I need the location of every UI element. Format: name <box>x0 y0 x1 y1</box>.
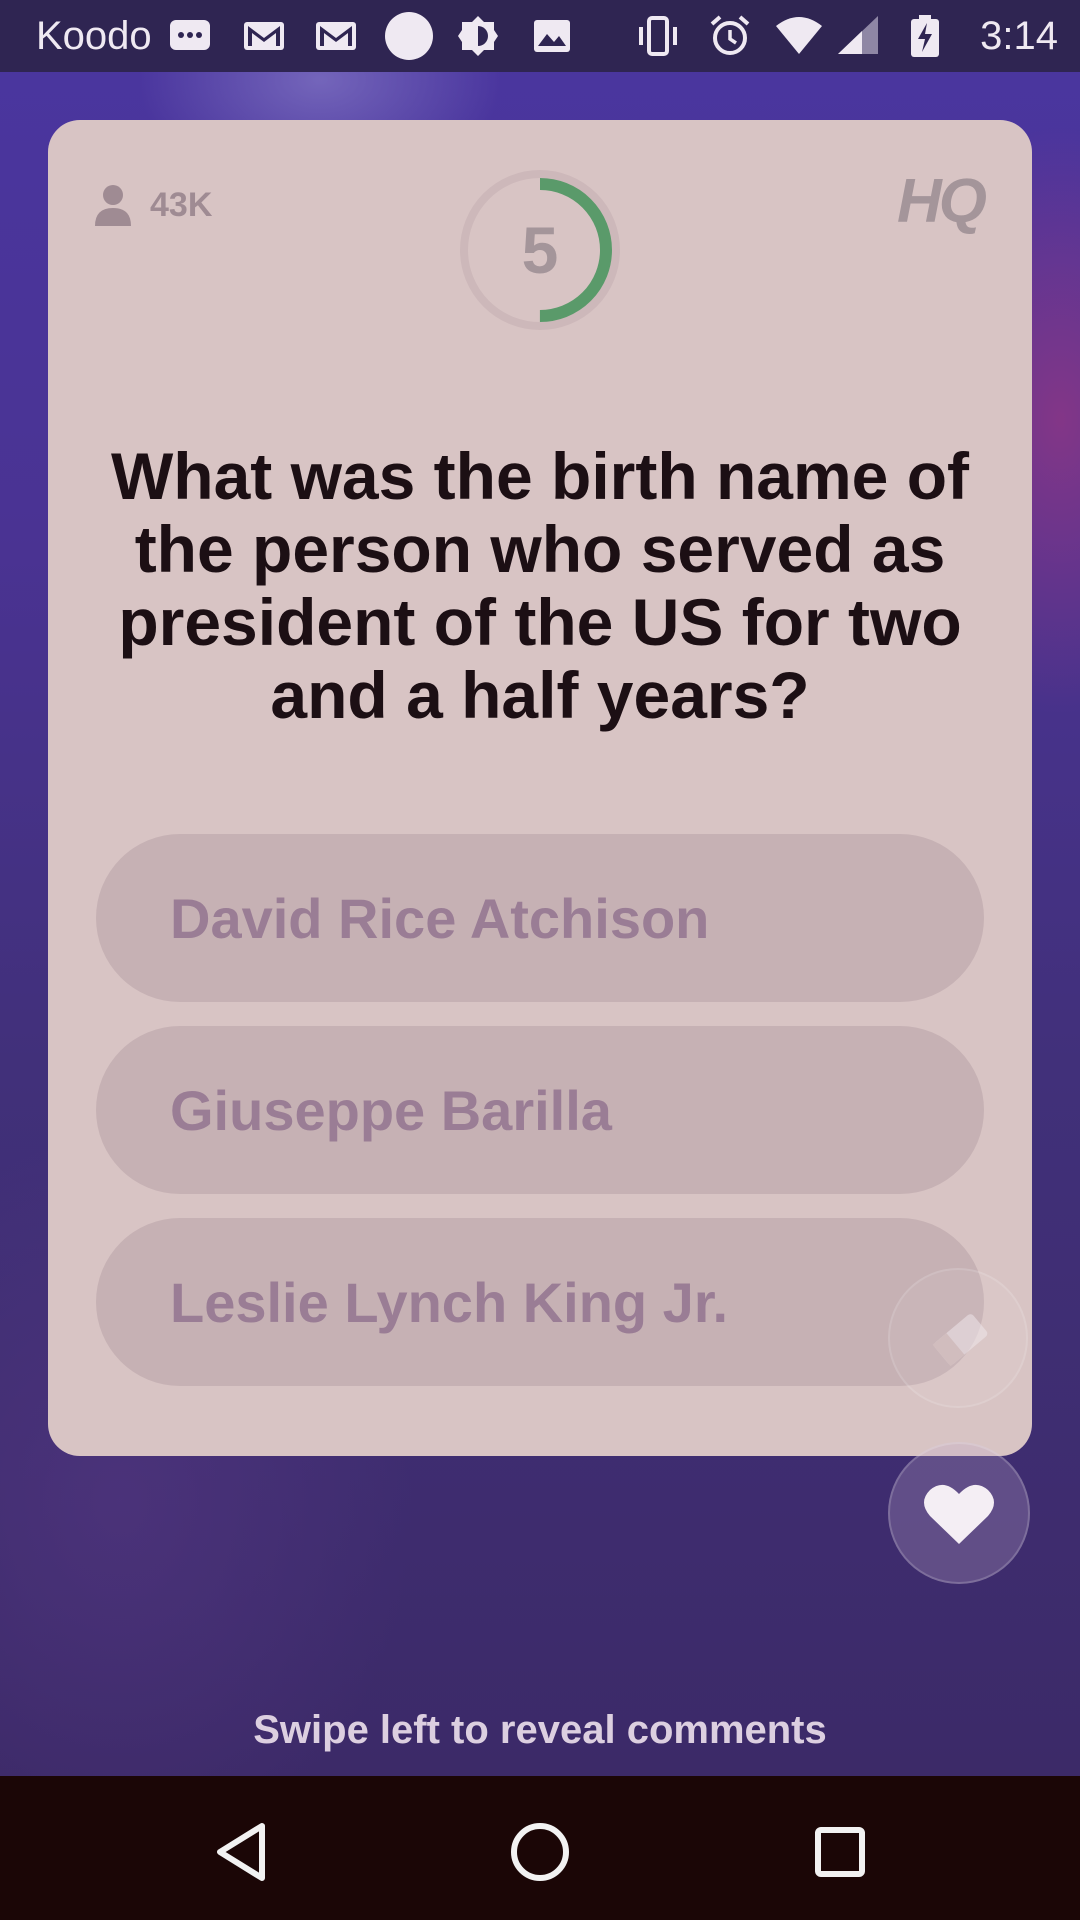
hq-logo: HQ <box>897 167 987 236</box>
brightness-icon <box>458 16 498 56</box>
answer-label: David Rice Atchison <box>170 886 710 950</box>
wifi-icon <box>776 17 822 54</box>
viewer-count: 43K <box>94 180 212 230</box>
heart-icon <box>924 1484 994 1544</box>
swipe-hint: Swipe left to reveal comments <box>253 1708 827 1752</box>
status-bar: Koodo 3:14 <box>0 0 1080 72</box>
carrier-name: Koodo <box>36 14 152 58</box>
viewer-count-label: 43K <box>150 185 213 224</box>
navigation-bar <box>0 1776 1080 1920</box>
circle-icon <box>385 12 433 60</box>
gmail-icon <box>244 22 284 50</box>
message-icon <box>170 20 210 50</box>
timer-value: 5 <box>521 213 559 287</box>
answer-label: Leslie Lynch King Jr. <box>170 1270 729 1334</box>
countdown-timer: 5 <box>458 168 622 332</box>
signal-icon <box>838 16 878 54</box>
question-card: 43K 5 HQ What was the birth name of the … <box>48 120 1032 1456</box>
eraser-icon <box>932 1314 988 1367</box>
answer-label: Giuseppe Barilla <box>170 1078 612 1142</box>
answer-option-1[interactable]: David Rice Atchison <box>96 834 984 1002</box>
alarm-icon <box>710 15 750 55</box>
eraser-button[interactable] <box>888 1268 1028 1408</box>
clock: 3:14 <box>980 14 1058 58</box>
back-icon[interactable] <box>190 1802 290 1902</box>
battery-charging-icon <box>911 15 939 57</box>
image-icon <box>534 20 570 52</box>
recents-icon[interactable] <box>790 1802 890 1902</box>
question-text: What was the birth name of the person wh… <box>110 439 970 732</box>
heart-button[interactable] <box>888 1442 1030 1584</box>
gmail-icon <box>316 22 356 50</box>
vibrate-icon <box>639 16 677 56</box>
person-icon <box>95 185 131 226</box>
answer-option-3[interactable]: Leslie Lynch King Jr. <box>96 1218 984 1386</box>
home-icon[interactable] <box>490 1802 590 1902</box>
answer-option-2[interactable]: Giuseppe Barilla <box>96 1026 984 1194</box>
